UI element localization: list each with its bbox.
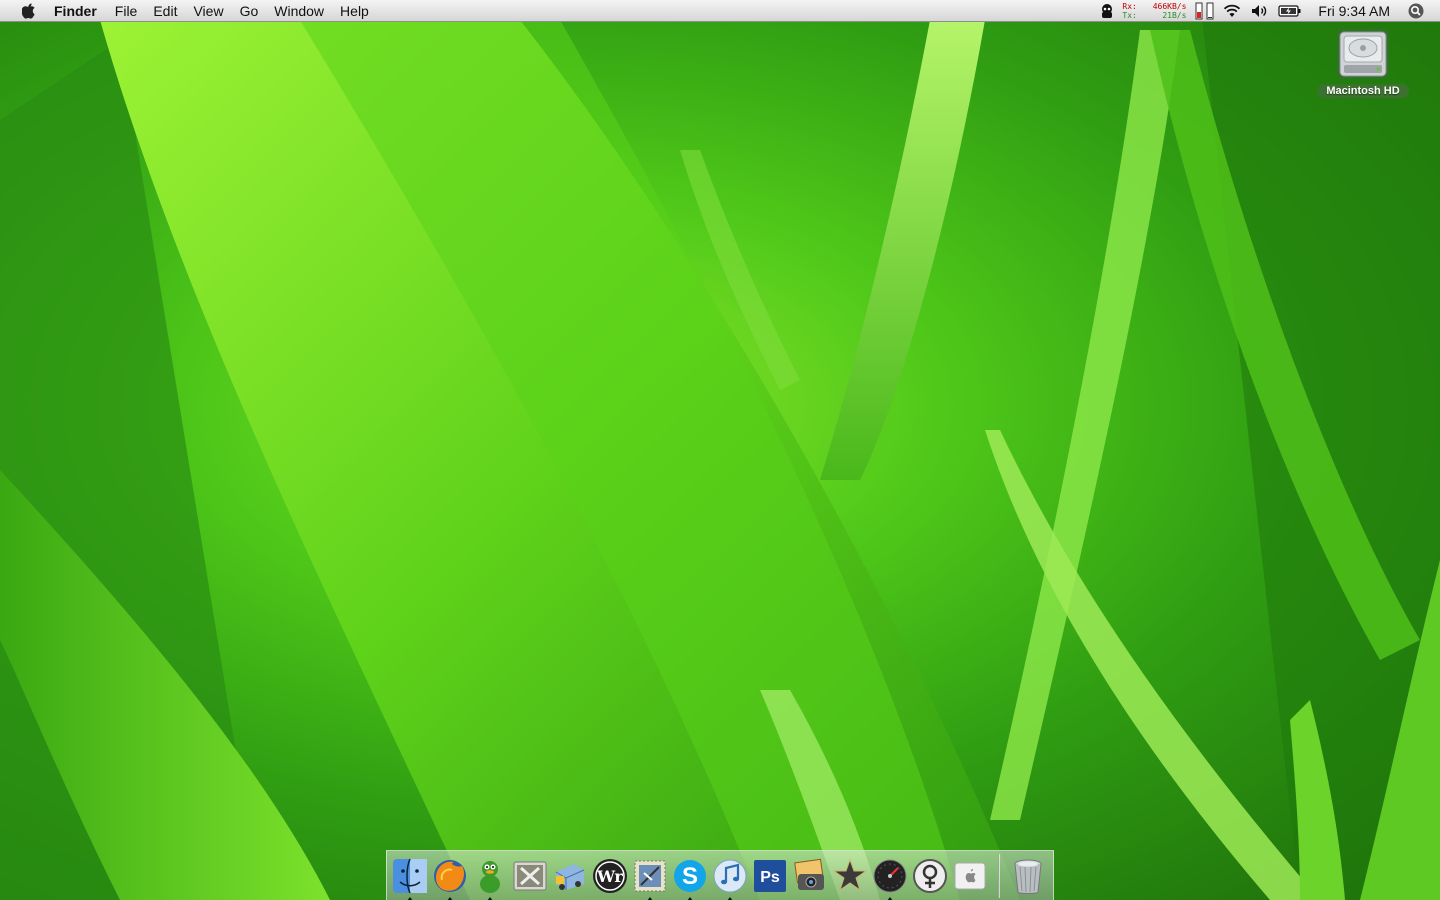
apple-icon[interactable]: [20, 2, 38, 20]
dock-skype[interactable]: S: [670, 854, 710, 900]
menu-help[interactable]: Help: [332, 0, 377, 22]
star-icon: [832, 858, 868, 891]
transmit-truck-icon: [555, 863, 585, 890]
trash-icon: [1014, 859, 1042, 894]
skype-icon: S: [674, 859, 706, 892]
x11-icon: [513, 861, 547, 890]
wifi-icon[interactable]: [1218, 0, 1246, 22]
dock-dashboard[interactable]: [870, 854, 910, 900]
hard-drive-icon: [1337, 29, 1389, 79]
menu-app-finder[interactable]: Finder: [54, 0, 105, 22]
apple-box-icon: [954, 862, 986, 889]
dock-separator: [998, 853, 1000, 898]
running-indicator: [647, 896, 653, 900]
running-indicator: [727, 896, 733, 900]
rx-value: 466KB/s: [1152, 2, 1187, 11]
network-monitor[interactable]: Rx: 466KB/s Tx: 21B/s: [1122, 2, 1186, 20]
wallpaper-grass: [0, 0, 1440, 900]
menu-edit[interactable]: Edit: [145, 0, 185, 22]
running-indicator: [447, 896, 453, 900]
running-indicator: [407, 896, 413, 900]
wordpress-icon: Wr: [593, 858, 627, 893]
itunes-icon: [713, 859, 747, 892]
dock-adium[interactable]: [470, 854, 510, 900]
firefox-icon: [434, 859, 466, 892]
iphoto-icon: [794, 858, 824, 890]
dock-photoshop[interactable]: Ps: [750, 854, 790, 898]
dock-itunes[interactable]: [710, 854, 750, 900]
battery-icon[interactable]: [1274, 0, 1306, 22]
spy-icon[interactable]: [1098, 0, 1116, 22]
menu-go[interactable]: Go: [232, 0, 267, 22]
dock-apple-app[interactable]: [950, 854, 990, 898]
dock-imovie[interactable]: [830, 854, 870, 898]
running-indicator: [887, 896, 893, 900]
dock-iphoto[interactable]: [790, 854, 830, 898]
svg-text:Wr: Wr: [596, 867, 623, 886]
menu-clock[interactable]: Fri 9:34 AM: [1318, 3, 1390, 19]
dock-trash[interactable]: [1008, 854, 1048, 898]
dashboard-gauge-icon: [873, 859, 907, 892]
running-indicator: [687, 896, 693, 900]
dock-wordpress[interactable]: Wr: [590, 854, 630, 898]
memory-meter[interactable]: [1192, 0, 1218, 22]
menu-view[interactable]: View: [185, 0, 231, 22]
menu-window[interactable]: Window: [266, 0, 332, 22]
adium-duck-icon: [480, 860, 500, 893]
rx-label: Rx:: [1122, 2, 1137, 11]
venus-symbol-icon: [913, 858, 947, 893]
menu-bar: Finder File Edit View Go Window Help Rx:…: [0, 0, 1440, 22]
dock-x11[interactable]: [510, 854, 550, 898]
drive-label[interactable]: Macintosh HD: [1317, 84, 1409, 98]
dock-firefox[interactable]: [430, 854, 470, 900]
tx-value: 21B/s: [1162, 11, 1187, 20]
running-indicator: [487, 896, 493, 900]
tx-label: Tx:: [1122, 11, 1137, 20]
svg-text:Ps: Ps: [760, 869, 780, 886]
dock-finder[interactable]: [390, 854, 430, 900]
dock-transmit[interactable]: [550, 854, 590, 898]
finder-icon: [393, 858, 427, 893]
photoshop-icon: Ps: [754, 859, 786, 892]
dock: Wr S Ps: [386, 850, 1054, 900]
svg-text:S: S: [682, 863, 698, 890]
dock-mail[interactable]: [630, 854, 670, 900]
desktop: Finder File Edit View Go Window Help Rx:…: [0, 0, 1440, 900]
spotlight-icon[interactable]: [1406, 0, 1426, 22]
desktop-drive-macintosh-hd[interactable]: Macintosh HD: [1310, 28, 1416, 98]
mail-stamp-icon: [634, 860, 666, 891]
menu-file[interactable]: File: [107, 0, 146, 22]
dock-gender-app[interactable]: [910, 854, 950, 898]
volume-icon[interactable]: [1246, 0, 1274, 22]
